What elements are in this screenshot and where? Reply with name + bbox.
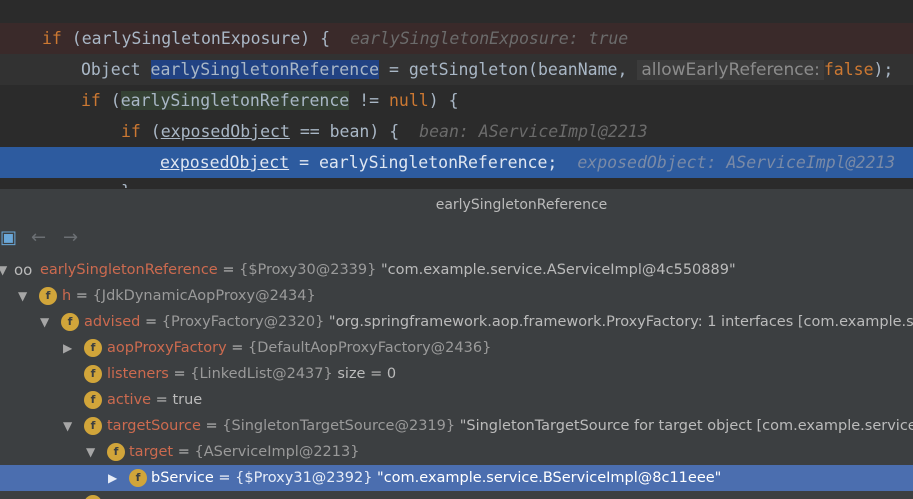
keyword-if: if	[42, 29, 62, 48]
inline-debug-hint: exposedObject: AServiceImpl@2213	[577, 153, 896, 172]
watch-glasses-icon: oo	[14, 261, 33, 279]
variable-name: bService	[151, 470, 214, 486]
equals-sign: =	[226, 340, 249, 356]
variable-type: {JdkDynamicAopProxy@2434}	[92, 288, 316, 304]
field-icon: f	[107, 443, 125, 461]
code-text: (	[140, 122, 161, 141]
variable-type: {DefaultAopProxyFactory@2436}	[248, 340, 492, 356]
expand-triangle-icon[interactable]: ▼	[40, 309, 54, 335]
variable-name: h	[62, 288, 72, 304]
variable-exposed-object[interactable]: exposedObject	[160, 153, 289, 172]
variable-exposed-object[interactable]: exposedObject	[161, 122, 290, 141]
tree-row-aop-proxy-factory[interactable]: ▶ f aopProxyFactory = {DefaultAopProxyFa…	[0, 335, 913, 361]
code-text-tail: );	[873, 60, 894, 79]
variable-value: "com.example.service.AServiceImpl@4c5508…	[376, 262, 736, 278]
code-text: !=	[349, 91, 389, 110]
variable-name: listeners	[107, 366, 169, 382]
keyword-if: if	[81, 91, 101, 110]
field-icon: f	[84, 365, 102, 383]
code-text: = earlySingletonReference;	[289, 153, 558, 172]
inline-debug-hint: earlySingletonExposure: true	[350, 29, 629, 48]
variable-type: {$Proxy30@2339}	[239, 262, 377, 278]
code-text: == bean) {	[289, 122, 400, 141]
variable-usage-highlight[interactable]: earlySingletonReference	[120, 91, 350, 110]
field-icon: f	[84, 339, 102, 357]
field-icon: f	[61, 313, 79, 331]
keyword-false: false	[823, 60, 874, 79]
tree-row-partial	[0, 491, 913, 499]
inline-debug-hint: bean: AServiceImpl@2213	[419, 122, 648, 141]
code-line-5-current: exposedObject = earlySingletonReference;…	[0, 147, 913, 178]
tree-row-target[interactable]: ▼ f target = {AServiceImpl@2213}	[0, 439, 913, 465]
tree-row-bservice-selected[interactable]: ▶ f bService = {$Proxy31@2392} "com.exam…	[0, 465, 913, 491]
code-text: = getSingleton(beanName,	[379, 60, 628, 79]
expand-triangle-icon[interactable]: ▼	[86, 439, 100, 465]
forward-arrow-icon[interactable]: →	[63, 228, 85, 248]
collapsed-triangle-icon[interactable]: ▶	[108, 465, 122, 491]
variable-value: "SingletonTargetSource for target object…	[455, 418, 913, 434]
equals-sign: =	[213, 470, 236, 486]
variable-name: targetSource	[107, 418, 201, 434]
code-editor[interactable]: if (earlySingletonExposure) { earlySingle…	[0, 0, 913, 188]
code-type: Object	[81, 60, 151, 79]
keyword-null: null	[388, 91, 429, 110]
variable-value: "org.springframework.aop.framework.Proxy…	[324, 314, 913, 330]
variable-name: target	[129, 444, 174, 460]
variable-type: {$Proxy31@2392}	[235, 470, 373, 486]
tree-row-h[interactable]: ▼ f h = {JdkDynamicAopProxy@2434}	[0, 283, 913, 309]
code-line-4: if (exposedObject == bean) { bean: AServi…	[0, 116, 913, 147]
variable-type: {LinkedList@2437}	[190, 366, 333, 382]
popup-toolbar: ▣ ← →	[0, 221, 913, 255]
collapsed-triangle-icon[interactable]: ▶	[63, 335, 77, 361]
expand-triangle-icon[interactable]: ▼	[63, 413, 77, 439]
popup-title: earlySingletonReference	[0, 188, 913, 221]
tree-row-root[interactable]: ▼ oo earlySingletonReference = {$Proxy30…	[0, 257, 913, 283]
code-line-1: if (earlySingletonExposure) { earlySingle…	[0, 23, 913, 54]
field-icon: f	[39, 287, 57, 305]
field-icon: f	[84, 417, 102, 435]
code-line-3: if (earlySingletonReference != null) {	[0, 85, 913, 116]
back-arrow-icon[interactable]: ←	[31, 228, 53, 248]
expand-triangle-icon[interactable]: ▼	[18, 283, 32, 309]
variable-value: "com.example.service.BServiceImpl@8c11ee…	[372, 470, 722, 486]
field-icon: f	[84, 391, 102, 409]
code-line-2: Object earlySingletonReference = getSing…	[0, 54, 913, 85]
variable-name: active	[107, 392, 152, 408]
variable-type: {SingletonTargetSource@2319}	[222, 418, 456, 434]
equals-sign: =	[71, 288, 93, 304]
equals-sign: =	[200, 418, 223, 434]
equals-sign: =	[151, 392, 173, 408]
equals-sign: =	[168, 366, 191, 382]
variable-highlight[interactable]: earlySingletonReference	[150, 60, 380, 79]
code-line-6: }	[0, 176, 913, 188]
variable-name: earlySingletonReference	[40, 262, 218, 278]
equals-sign: =	[217, 262, 240, 278]
keyword-if: if	[121, 122, 141, 141]
parameter-hint: allowEarlyReference:	[637, 60, 824, 80]
tree-row-listeners[interactable]: f listeners = {LinkedList@2437} size = 0	[0, 361, 913, 387]
variable-name: advised	[84, 314, 141, 330]
variable-name: aopProxyFactory	[107, 340, 227, 356]
equals-sign: =	[140, 314, 162, 330]
field-icon	[84, 495, 102, 499]
tree-row-advised[interactable]: ▼ f advised = {ProxyFactory@2320} "org.s…	[0, 309, 913, 335]
variables-tree[interactable]: ▼ oo earlySingletonReference = {$Proxy30…	[0, 255, 913, 499]
field-icon: f	[129, 469, 147, 487]
equals-sign: =	[173, 444, 195, 460]
variable-value: size = 0	[332, 366, 397, 382]
code-text: (earlySingletonExposure) {	[61, 29, 331, 48]
tree-row-active[interactable]: f active = true	[0, 387, 913, 413]
variable-type: {ProxyFactory@2320}	[161, 314, 325, 330]
tree-row-target-source[interactable]: ▼ f targetSource = {SingletonTargetSourc…	[0, 413, 913, 439]
variable-value: true	[172, 392, 203, 408]
code-text: (	[100, 91, 121, 110]
variable-type: {AServiceImpl@2213}	[194, 444, 360, 460]
code-text: ) {	[428, 91, 459, 110]
expand-triangle-icon[interactable]: ▼	[0, 257, 12, 283]
tree-view-icon[interactable]: ▣	[0, 228, 22, 248]
